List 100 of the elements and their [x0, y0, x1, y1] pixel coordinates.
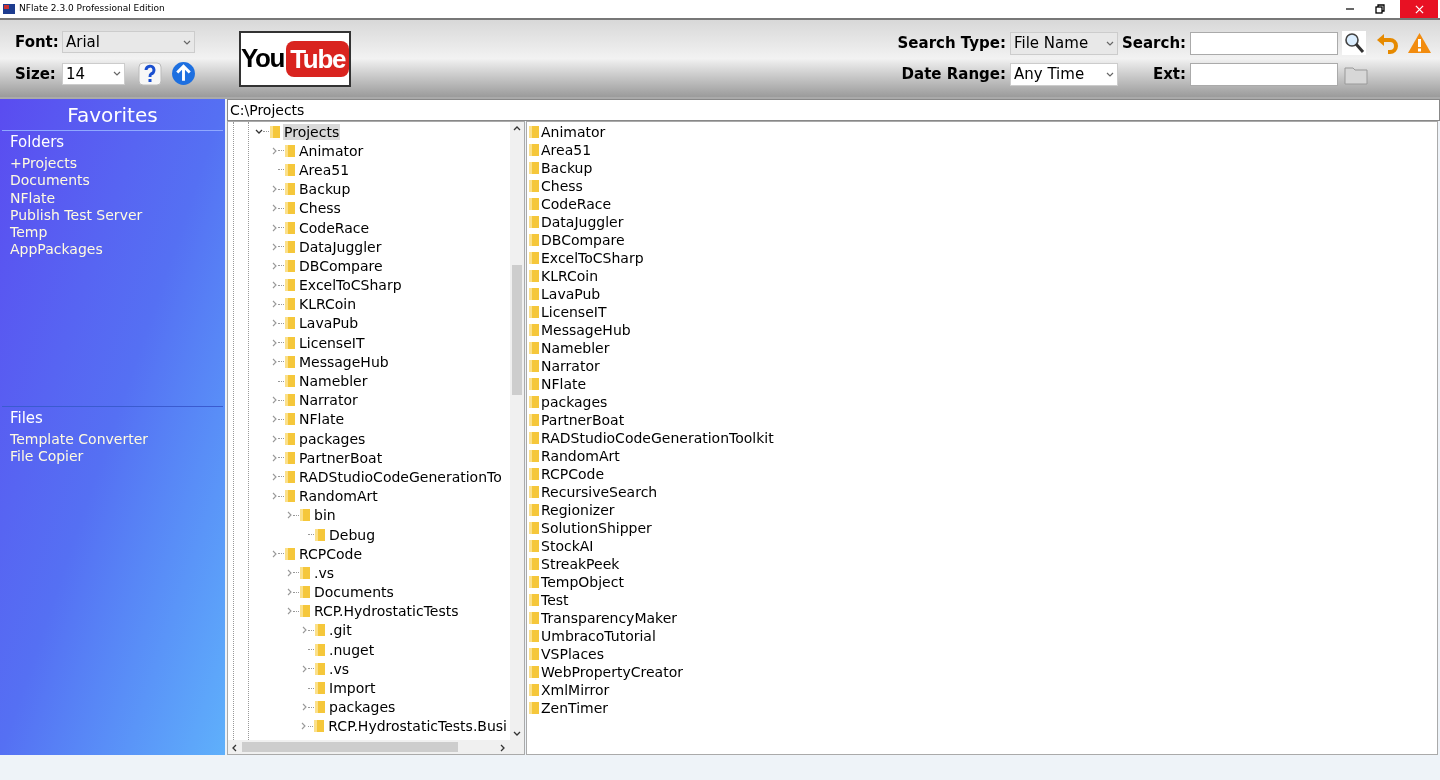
- font-dropdown[interactable]: Arial: [62, 31, 195, 53]
- expand-icon[interactable]: [271, 204, 277, 213]
- expand-icon[interactable]: [286, 568, 292, 577]
- tree-item[interactable]: RCP.HydrostaticTests.Busi: [327, 718, 508, 735]
- expand-icon[interactable]: [271, 472, 277, 481]
- favorite-link[interactable]: NFlate: [10, 189, 56, 207]
- favorite-link[interactable]: AppPackages: [10, 241, 103, 259]
- tree-item[interactable]: Narrator: [298, 392, 359, 409]
- favorite-link[interactable]: +Projects: [10, 155, 77, 173]
- scroll-down-icon[interactable]: [513, 731, 521, 737]
- tree-item[interactable]: ExcelToCSharp: [298, 277, 403, 294]
- expand-icon[interactable]: [271, 396, 277, 405]
- tree-item[interactable]: bin: [313, 507, 337, 524]
- tree-item[interactable]: Debug: [328, 526, 377, 543]
- folder-icon: [529, 252, 539, 264]
- ext-field[interactable]: [1190, 63, 1338, 86]
- folder-icon: [285, 470, 295, 483]
- upload-icon[interactable]: [171, 61, 196, 87]
- expand-icon[interactable]: [301, 722, 307, 731]
- folder-icon: [285, 336, 295, 349]
- expand-icon[interactable]: [271, 261, 277, 270]
- close-button[interactable]: [1400, 0, 1438, 18]
- expand-icon[interactable]: [286, 511, 292, 520]
- size-dropdown[interactable]: 14: [62, 62, 125, 85]
- favorite-link[interactable]: File Copier: [10, 448, 84, 466]
- expand-icon[interactable]: [271, 453, 277, 462]
- tree-item[interactable]: Animator: [298, 142, 365, 159]
- scroll-thumb[interactable]: [512, 265, 522, 395]
- tree-item[interactable]: RCP.HydrostaticTests: [313, 603, 460, 620]
- tree-item[interactable]: .vs: [313, 564, 336, 581]
- tree-item[interactable]: RADStudioCodeGenerationTo: [298, 468, 503, 485]
- favorite-link[interactable]: Temp: [10, 224, 48, 242]
- tree-item[interactable]: .git: [328, 622, 353, 639]
- expand-icon[interactable]: [301, 626, 307, 635]
- expand-icon[interactable]: [271, 549, 277, 558]
- tree-item[interactable]: packages: [328, 699, 397, 716]
- tree-item[interactable]: Area51: [298, 161, 351, 178]
- expand-icon[interactable]: [271, 300, 277, 309]
- date-range-label: Date Range:: [900, 64, 1006, 86]
- tree-item[interactable]: Backup: [298, 181, 352, 198]
- expand-icon[interactable]: [271, 357, 277, 366]
- expand-icon[interactable]: [271, 319, 277, 328]
- undo-icon[interactable]: [1376, 32, 1400, 54]
- expand-icon[interactable]: [271, 281, 277, 290]
- expand-icon[interactable]: [271, 338, 277, 347]
- search-type-dropdown[interactable]: File Name: [1010, 31, 1118, 55]
- expand-icon[interactable]: [271, 434, 277, 443]
- date-range-dropdown[interactable]: Any Time: [1010, 63, 1118, 86]
- expand-icon[interactable]: [271, 146, 277, 155]
- horizontal-scrollbar[interactable]: [228, 740, 524, 754]
- scroll-thumb[interactable]: [242, 742, 458, 752]
- expand-icon[interactable]: [271, 185, 277, 194]
- expand-icon[interactable]: [271, 223, 277, 232]
- tree-item[interactable]: packages: [298, 430, 367, 447]
- scroll-left-icon[interactable]: [231, 744, 237, 752]
- tree-item[interactable]: DBCompare: [298, 257, 384, 274]
- tree-item[interactable]: .vs: [328, 660, 351, 677]
- tree-item[interactable]: .nuget: [328, 641, 376, 658]
- tree-item[interactable]: Chess: [298, 200, 342, 217]
- tree-item[interactable]: Documents: [313, 584, 395, 601]
- favorite-link[interactable]: Documents: [10, 172, 90, 190]
- folder-icon: [529, 126, 539, 138]
- path-field[interactable]: C:\Projects: [227, 99, 1440, 121]
- tree-item[interactable]: NFlate: [298, 411, 346, 428]
- expand-icon[interactable]: [286, 607, 292, 616]
- warning-icon[interactable]: [1407, 32, 1432, 54]
- expand-icon[interactable]: [286, 588, 292, 597]
- folder-icon: [529, 630, 539, 642]
- folder-icon: [285, 202, 295, 215]
- tree-item[interactable]: LavaPub: [298, 315, 360, 332]
- expand-icon[interactable]: [271, 415, 277, 424]
- tree-item[interactable]: KLRCoin: [298, 296, 358, 313]
- expand-icon[interactable]: [301, 703, 307, 712]
- tree-item[interactable]: RandomArt: [298, 488, 379, 505]
- help-icon[interactable]: [138, 61, 162, 86]
- folder-icon[interactable]: [1344, 64, 1368, 85]
- tree-item[interactable]: RCPCode: [298, 545, 364, 562]
- scroll-up-icon[interactable]: [513, 125, 521, 131]
- restore-icon[interactable]: [1375, 4, 1385, 14]
- tree-item[interactable]: MessageHub: [298, 353, 390, 370]
- favorite-link[interactable]: Template Converter: [10, 431, 149, 449]
- folder-icon: [529, 450, 539, 462]
- vertical-scrollbar[interactable]: [510, 122, 524, 740]
- expand-icon[interactable]: [301, 664, 307, 673]
- tree-item[interactable]: LicenseIT: [298, 334, 366, 351]
- tree-item[interactable]: Import: [328, 680, 377, 697]
- search-field[interactable]: [1190, 31, 1338, 55]
- expand-icon[interactable]: [271, 242, 277, 251]
- tree-item[interactable]: PartnerBoat: [298, 449, 384, 466]
- tree-item[interactable]: DataJuggler: [298, 238, 383, 255]
- scroll-right-icon[interactable]: [500, 744, 506, 752]
- search-icon[interactable]: [1342, 31, 1366, 55]
- collapse-icon[interactable]: [255, 128, 263, 135]
- favorite-link[interactable]: Publish Test Server: [10, 206, 143, 225]
- folder-icon: [529, 558, 539, 570]
- tree-item[interactable]: Namebler: [298, 373, 369, 390]
- expand-icon[interactable]: [271, 492, 277, 501]
- tree-item[interactable]: Projects: [283, 123, 341, 140]
- folder-icon: [285, 355, 295, 368]
- tree-item[interactable]: CodeRace: [298, 219, 371, 236]
